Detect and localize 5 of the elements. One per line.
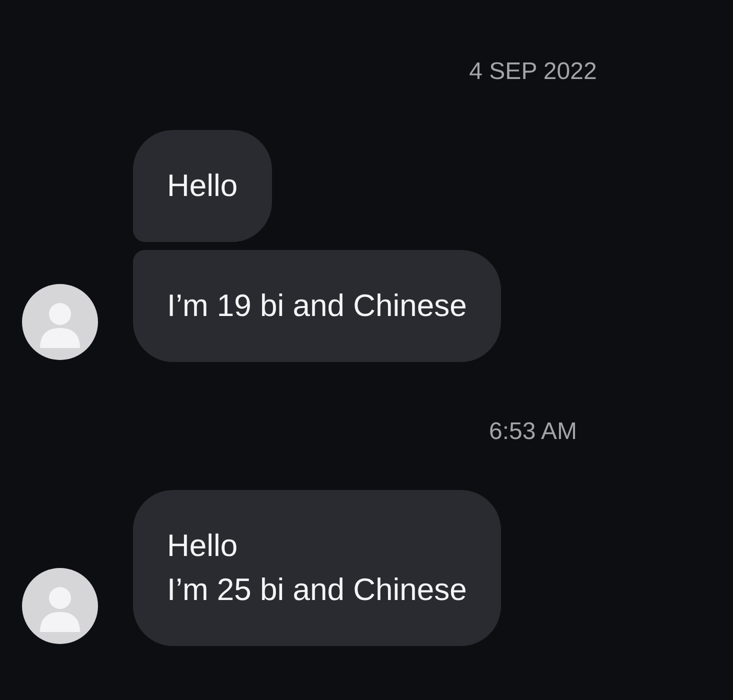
message-bubble: Hello I’m 25 bi and Chinese [133, 490, 501, 646]
timestamp: 4 SEP 2022 [469, 58, 597, 85]
timestamp: 6:53 AM [488, 418, 578, 445]
message-bubble: Hello [133, 130, 272, 242]
message-bubble: I’m 19 bi and Chinese [133, 250, 501, 362]
